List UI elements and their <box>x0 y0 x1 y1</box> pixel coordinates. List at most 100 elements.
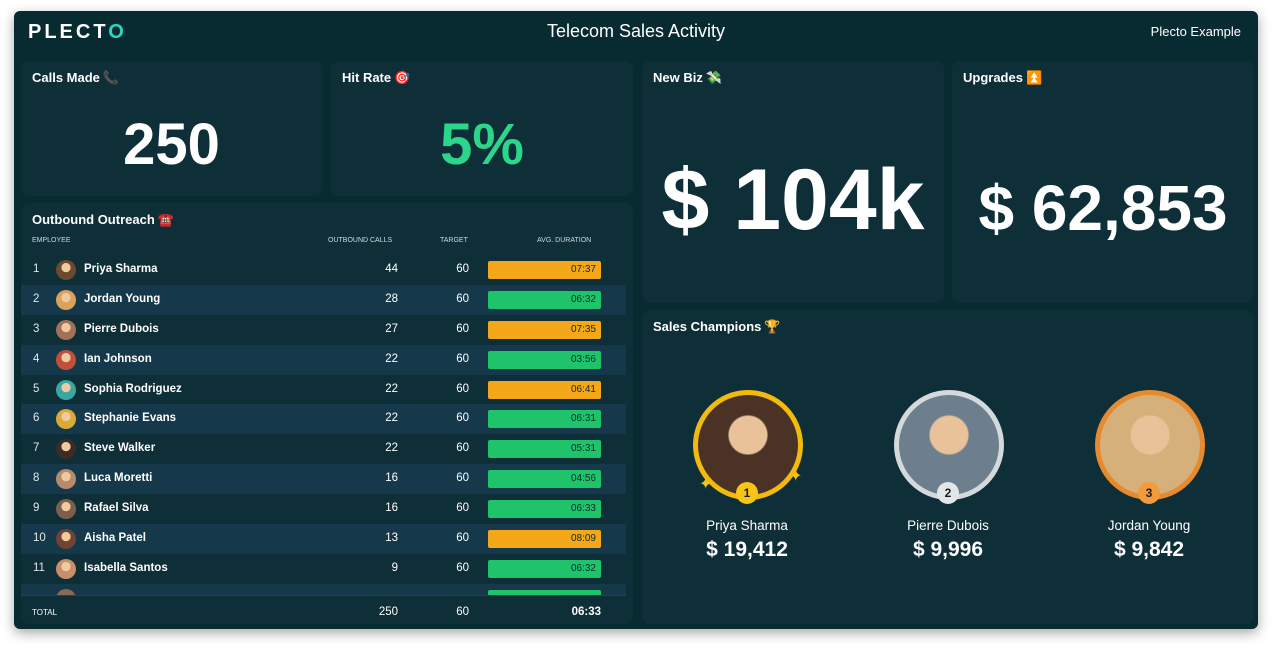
avg-duration-pill: 03:56 <box>488 350 601 369</box>
row-rank: 6 <box>33 412 40 425</box>
outbound-calls-value: 27 <box>385 322 398 335</box>
row-rank: 8 <box>33 472 40 485</box>
avg-duration-pill: 06:32 <box>488 559 601 578</box>
col-employee[interactable]: EMPLOYEE <box>32 237 71 244</box>
card-title: Outbound Outreach ☎️ <box>32 212 174 228</box>
table-row[interactable]: 4 Ian Johnson 22 60 03:56 <box>21 344 626 375</box>
rank-badge: 3 <box>1138 482 1160 504</box>
employee-name: Rafael Silva <box>84 502 149 515</box>
outreach-title: Outbound Outreach <box>32 212 155 227</box>
table-row[interactable]: 3 Pierre Dubois 27 60 07:35 <box>21 315 626 345</box>
employee-name: Ian Johnson <box>84 352 152 365</box>
table-body: 1 Priya Sharma 44 60 07:37 2 Jordan Young 28 60 0… <box>21 255 626 595</box>
target-value: 60 <box>456 263 469 275</box>
champion-name: Pierre Dubois <box>907 518 989 533</box>
avatar <box>56 469 76 490</box>
table-footer: TOTAL 250 60 06:33 <box>21 595 626 624</box>
target-value: 60 <box>456 472 469 485</box>
avg-duration-pill: 06:41 <box>488 380 601 399</box>
account-name[interactable]: Plecto Example <box>1151 24 1241 39</box>
table-row[interactable]: 10 Aisha Patel 13 60 08:09 <box>21 524 626 554</box>
col-target[interactable]: TARGET <box>440 237 468 244</box>
table-row[interactable]: 1 Priya Sharma 44 60 07:37 <box>21 255 626 285</box>
upgrades-card[interactable]: Upgrades ⏫ $ 62,853 <box>952 61 1254 303</box>
outbound-calls-value: 22 <box>385 442 398 455</box>
outbound-calls-value: 22 <box>385 382 398 395</box>
employee-name: Stephanie Evans <box>84 412 177 425</box>
avatar <box>56 409 76 430</box>
avatar <box>56 289 76 310</box>
card-title: New Biz 💸 <box>653 70 722 86</box>
new-biz-value: $ 104k <box>661 152 925 248</box>
avg-duration-pill: 07:35 <box>488 320 601 339</box>
table-row[interactable]: 8 Luca Moretti 16 60 04:56 <box>21 464 626 495</box>
avatar <box>56 319 76 340</box>
row-rank: 3 <box>33 322 40 335</box>
avatar <box>56 260 76 280</box>
card-title: Hit Rate 🎯 <box>342 70 410 86</box>
champion-name: Jordan Young <box>1107 518 1191 533</box>
table-row[interactable]: 7 Steve Walker 22 60 05:31 <box>21 434 626 464</box>
row-rank: 10 <box>33 532 46 545</box>
outbound-calls-value: 22 <box>385 412 398 425</box>
target-value: 60 <box>456 412 469 425</box>
phone-icon: 📞 <box>102 70 120 85</box>
avg-duration-pill: 06:31 <box>488 410 601 429</box>
table-row[interactable]: 11 Isabella Santos 9 60 06:32 <box>21 554 626 584</box>
outbound-calls-value: 16 <box>385 502 398 515</box>
avg-duration-pill: 05:31 <box>488 440 601 459</box>
total-duration: 06:33 <box>571 606 601 618</box>
hit-rate-value: 5% <box>440 112 524 177</box>
avatar <box>56 529 76 550</box>
row-rank: 2 <box>33 292 40 305</box>
sales-champions-card: Sales Champions 🏆 ✦ ✦ 1 Priya Sharma $ 19… <box>642 310 1254 624</box>
row-rank: 9 <box>33 502 40 515</box>
calls-made-card[interactable]: Calls Made 📞 250 <box>21 61 322 196</box>
avatar <box>56 558 76 579</box>
avg-duration-pill: 04:56 <box>488 470 601 489</box>
dashboard-title: Telecom Sales Activity <box>546 21 726 41</box>
rank-badge: 1 <box>736 482 758 504</box>
table-row[interactable] <box>21 583 626 595</box>
rank-badge: 2 <box>937 482 959 504</box>
top-bar: PLECTO Telecom Sales Activity Plecto Exa… <box>14 11 1258 55</box>
outbound-calls-value: 16 <box>385 472 398 485</box>
total-target: 60 <box>456 606 469 618</box>
trophy-icon: 🏆 <box>764 319 781 334</box>
champion-amount: $ 19,412 <box>706 538 788 561</box>
new-biz-title: New Biz <box>653 70 703 85</box>
row-rank: 7 <box>33 442 40 455</box>
outbound-calls-value: 13 <box>385 532 398 545</box>
sparkle-icon: ✦ <box>789 468 803 485</box>
table-row[interactable]: 9 Rafael Silva 16 60 06:33 <box>21 494 626 524</box>
champion-amount: $ 9,842 <box>1113 538 1185 561</box>
table-row[interactable]: 6 Stephanie Evans 22 60 06:31 <box>21 404 626 435</box>
avatar <box>56 439 76 460</box>
employee-name: Priya Sharma <box>84 263 158 275</box>
avatar <box>698 395 798 495</box>
table-header: EMPLOYEE OUTBOUND CALLS TARGET AVG. DURA… <box>32 237 607 251</box>
total-label: TOTAL <box>32 608 58 617</box>
table-row[interactable]: 5 Sophia Rodriguez 22 60 06:41 <box>21 375 626 405</box>
table-row[interactable]: 2 Jordan Young 28 60 06:32 <box>21 284 626 315</box>
total-calls: 250 <box>378 606 398 618</box>
sparkle-icon: ✦ <box>699 476 713 493</box>
new-biz-card[interactable]: New Biz 💸 $ 104k <box>642 61 944 303</box>
target-value: 60 <box>456 442 469 455</box>
target-value: 60 <box>456 322 469 335</box>
row-rank: 11 <box>33 561 45 574</box>
col-outbound-calls[interactable]: OUTBOUND CALLS <box>328 237 392 244</box>
col-avg-duration[interactable]: AVG. DURATION <box>537 237 591 244</box>
employee-name: Sophia Rodriguez <box>84 382 182 395</box>
outbound-calls-value: 9 <box>391 561 398 574</box>
avatar <box>56 379 76 400</box>
avatar <box>1100 395 1200 495</box>
up-arrow-icon: ⏫ <box>1025 70 1043 85</box>
hit-rate-card[interactable]: Hit Rate 🎯 5% <box>331 61 633 196</box>
dashboard-frame: PLECTO Telecom Sales Activity Plecto Exa… <box>14 11 1258 629</box>
avg-duration-pill: 07:37 <box>488 261 601 279</box>
telephone-icon: ☎️ <box>157 212 174 227</box>
card-title: Calls Made 📞 <box>32 70 119 86</box>
avg-duration-pill: 08:09 <box>488 530 601 549</box>
avatar <box>56 349 76 370</box>
